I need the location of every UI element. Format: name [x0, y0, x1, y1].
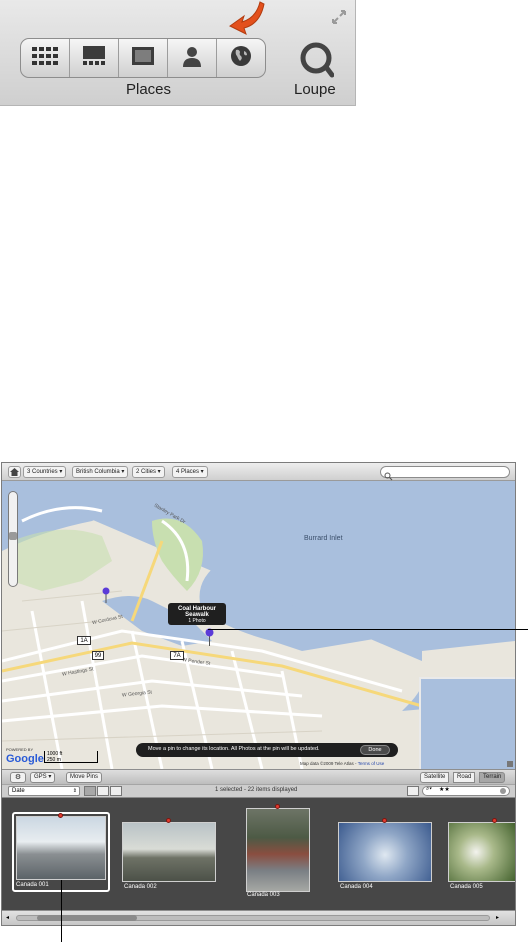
- home-icon: [9, 468, 20, 479]
- rating-star-icon: ★★: [439, 787, 450, 793]
- hint-text: Move a pin to change its location. All P…: [148, 746, 320, 752]
- callout-line-photo: [61, 880, 62, 942]
- photo-thumbnail: [338, 822, 432, 882]
- gps-button[interactable]: GPS ▾: [30, 772, 56, 783]
- callout-arrow-icon: [222, 0, 266, 40]
- view-mode-segmented-control: [20, 38, 266, 78]
- map-pin[interactable]: [102, 587, 110, 603]
- loupe-label: Loupe: [294, 81, 336, 98]
- photo-thumbnail: [246, 808, 310, 892]
- action-menu-button[interactable]: ⚙: [10, 772, 26, 783]
- selection-status: 1 selected - 22 items displayed: [215, 787, 298, 793]
- gear-icon: ⚙: [14, 774, 22, 781]
- move-pins-button[interactable]: Move Pins: [66, 772, 103, 783]
- pin-tooltip-title: Coal Harbour Seawalk: [177, 606, 216, 618]
- map-type-terrain[interactable]: Terrain: [479, 772, 506, 783]
- photo-pin-icon: [382, 818, 387, 823]
- photo-item[interactable]: Canada 003: [246, 804, 312, 898]
- pin-tooltip-subtitle: 1 Photo: [188, 618, 206, 624]
- clear-icon[interactable]: [500, 788, 506, 794]
- loupe-icon: [300, 42, 335, 82]
- grid-view-button[interactable]: [21, 39, 70, 77]
- photo-caption: Canada 004: [340, 884, 373, 890]
- map-view[interactable]: Burrard Inlet W Cordova St W Pender St W…: [2, 481, 515, 769]
- map-inset-panel: [419, 677, 515, 769]
- faces-button[interactable]: [168, 39, 217, 77]
- places-globe-icon: [230, 45, 252, 72]
- photo-item[interactable]: Canada 004: [338, 818, 434, 890]
- photo-pin-icon: [492, 818, 497, 823]
- route-marker: 1A: [77, 636, 91, 645]
- photo-thumbnail: [122, 822, 216, 882]
- filter-search-field[interactable]: ⌕▾ ★★: [422, 786, 510, 796]
- water-label: Burrard Inlet: [304, 535, 343, 542]
- places-button[interactable]: [217, 39, 265, 77]
- filmstrip-view-button[interactable]: [70, 39, 119, 77]
- powered-by-text: POWERED BY: [6, 747, 34, 752]
- map-type-satellite[interactable]: Satellite: [420, 772, 450, 783]
- breadcrumb-cities[interactable]: 2 Cities ▾: [132, 466, 165, 478]
- zoom-slider-thumb[interactable]: [9, 532, 17, 540]
- move-pin-hint: Move a pin to change its location. All P…: [136, 743, 398, 757]
- loupe-button[interactable]: [300, 40, 335, 78]
- places-label: Places: [126, 81, 172, 98]
- photo-caption: Canada 003: [247, 892, 280, 898]
- home-button[interactable]: [8, 466, 21, 478]
- photo-item[interactable]: Canada 002: [122, 818, 218, 890]
- photo-caption: Canada 005: [450, 884, 483, 890]
- scroll-track[interactable]: [16, 915, 490, 921]
- browser-toolbar: Date ⇕ 1 selected - 22 items displayed ⌕…: [2, 784, 515, 798]
- terms-link[interactable]: Terms of Use: [358, 761, 385, 766]
- breadcrumb-province[interactable]: British Columbia ▾: [72, 466, 129, 478]
- view-toggle-list[interactable]: [110, 786, 122, 796]
- route-marker: 7A: [170, 651, 184, 660]
- photo-pin-icon: [275, 804, 280, 809]
- photo-browser: Canada 001 Canada 002 Canada 003 Canada …: [2, 798, 515, 910]
- faces-icon: [181, 45, 203, 72]
- scroll-thumb[interactable]: [37, 915, 137, 921]
- map-type-road[interactable]: Road: [453, 772, 476, 783]
- view-toolbar: Places Loupe: [0, 0, 356, 106]
- breadcrumb-places[interactable]: 4 Places ▾: [172, 466, 208, 478]
- photo-pin-icon: [58, 813, 63, 818]
- viewer-view-button[interactable]: [119, 39, 168, 77]
- scale-m: 250 m: [47, 757, 61, 763]
- scale-bar: 1000 ft 250 m: [44, 751, 98, 763]
- map-action-bar: ⚙ GPS ▾ Move Pins Satellite Road Terrain: [2, 769, 515, 784]
- metadata-button[interactable]: [407, 786, 419, 796]
- scroll-left-button[interactable]: ◂: [6, 914, 14, 922]
- map-pin-selected[interactable]: [205, 628, 214, 646]
- grid-view-icon: [32, 46, 58, 70]
- map-corner-resize[interactable]: [507, 761, 513, 767]
- route-marker: 99: [92, 651, 104, 660]
- breadcrumb-countries[interactable]: 3 Countries ▾: [23, 466, 67, 478]
- photo-caption: Canada 001: [16, 882, 49, 888]
- photo-thumbnail: [16, 816, 106, 880]
- callout-line-pin: [208, 629, 528, 630]
- photo-caption: Canada 002: [124, 884, 157, 890]
- sort-select[interactable]: Date ⇕: [8, 786, 80, 796]
- resize-expand-icon[interactable]: [330, 8, 348, 26]
- view-toggle-filmstrip[interactable]: [84, 786, 96, 796]
- map-attribution: Map data ©2009 Tele Atlas - Terms of Use: [300, 761, 385, 766]
- photo-thumbnail: [448, 822, 515, 882]
- scroll-right-button[interactable]: ▸: [496, 914, 504, 922]
- pin-tooltip: Coal Harbour Seawalk 1 Photo: [168, 603, 226, 625]
- places-window: 3 Countries ▾ British Columbia ▾ 2 Citie…: [1, 462, 516, 926]
- done-button[interactable]: Done: [360, 745, 390, 755]
- select-arrows-icon: ⇕: [72, 788, 77, 794]
- filmstrip-view-icon: [82, 45, 106, 71]
- view-toggle-grid[interactable]: [97, 786, 109, 796]
- google-logo: Google: [6, 753, 44, 765]
- browser-scrollbar[interactable]: ◂ ▸: [2, 910, 515, 925]
- map-search-field[interactable]: [380, 466, 510, 481]
- zoom-slider[interactable]: [8, 491, 18, 587]
- breadcrumb: 3 Countries ▾ British Columbia ▾ 2 Citie…: [2, 463, 515, 481]
- photo-pin-icon: [166, 818, 171, 823]
- viewer-view-icon: [131, 46, 155, 71]
- search-icon: ⌕▾: [426, 786, 432, 792]
- photo-item[interactable]: Canada 005: [448, 818, 515, 890]
